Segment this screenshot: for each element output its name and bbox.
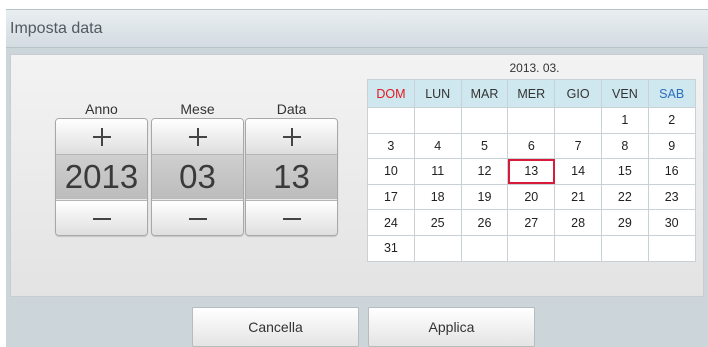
month-label: Mese (180, 101, 215, 117)
date-panel: Anno 2013 Mese 03 Data 13 2013. 03. DOM … (10, 54, 704, 297)
calendar-empty-cell (554, 107, 602, 134)
apply-button[interactable]: Applica (368, 307, 535, 347)
calendar-week-row: 24 25 26 27 28 29 30 (367, 209, 696, 236)
weekday-header-row: DOM LUN MAR MER GIO VEN SAB (367, 79, 696, 108)
calendar-day-cell[interactable]: 4 (413, 132, 462, 160)
calendar-day-cell[interactable]: 3 (367, 132, 415, 160)
weekday-header: MAR (460, 79, 509, 108)
calendar-day-cell[interactable]: 16 (647, 158, 696, 185)
calendar-week-row: 31 (367, 234, 696, 262)
minus-icon (92, 217, 111, 220)
year-label: Anno (85, 101, 118, 117)
month-value: 03 (152, 155, 243, 199)
day-label: Data (276, 101, 307, 117)
calendar-day-cell[interactable]: 29 (600, 209, 649, 236)
day-decrement-button[interactable] (246, 200, 337, 235)
weekday-header: MER (507, 79, 556, 108)
calendar-day-cell[interactable]: 17 (367, 183, 415, 211)
calendar-day-cell[interactable]: 5 (460, 132, 509, 160)
year-value: 2013 (56, 155, 147, 199)
cancel-button[interactable]: Cancella (192, 307, 359, 347)
calendar-empty-cell (413, 107, 462, 134)
calendar-empty-cell (460, 107, 509, 134)
calendar-body: 1 2 3 4 5 6 7 8 9 10 11 12 13 14 15 16 17 18 19 20 21 22 23 24 2… (367, 107, 696, 262)
calendar-day-cell[interactable]: 9 (647, 132, 696, 160)
calendar-week-row: 3456789 (367, 132, 696, 160)
month-decrement-button[interactable] (152, 200, 243, 235)
plus-icon (92, 127, 111, 146)
minus-icon (282, 217, 301, 220)
calendar-day-cell[interactable]: 26 (460, 209, 509, 236)
year-spinner-body: 2013 (55, 118, 148, 236)
calendar-day-cell[interactable]: 22 (600, 183, 649, 211)
calendar-empty-cell (554, 234, 602, 262)
minus-icon (188, 217, 207, 220)
weekday-header: LUN (413, 79, 462, 108)
calendar: 2013. 03. DOM LUN MAR MER GIO VEN SAB 12… (367, 57, 702, 262)
calendar-empty-cell (367, 107, 415, 134)
year-decrement-button[interactable] (56, 200, 147, 235)
calendar-day-cell[interactable]: 10 (367, 158, 415, 185)
calendar-empty-cell (413, 234, 462, 262)
calendar-day-cell[interactable]: 20 (507, 183, 556, 211)
calendar-day-cell[interactable]: 19 (460, 183, 509, 211)
calendar-day-cell[interactable]: 31 (367, 234, 415, 262)
calendar-day-cell[interactable]: 23 (647, 183, 696, 211)
calendar-day-cell[interactable]: 6 (507, 132, 556, 160)
title-bar: Imposta data (6, 10, 708, 48)
calendar-day-cell[interactable]: 2 (647, 107, 696, 134)
calendar-day-cell[interactable]: 13 (507, 158, 556, 185)
calendar-empty-cell (600, 234, 649, 262)
calendar-day-cell[interactable]: 7 (554, 132, 602, 160)
calendar-day-cell[interactable]: 11 (413, 158, 462, 185)
calendar-day-cell[interactable]: 21 (554, 183, 602, 211)
weekday-header: SAB (647, 79, 696, 108)
month-increment-button[interactable] (152, 119, 243, 155)
weekday-header: VEN (600, 79, 649, 108)
month-spinner-body: 03 (151, 118, 244, 236)
day-increment-button[interactable] (246, 119, 337, 155)
day-spinner-body: 13 (245, 118, 338, 236)
calendar-day-cell[interactable]: 27 (507, 209, 556, 236)
calendar-day-cell[interactable]: 24 (367, 209, 415, 236)
calendar-week-row: 10 11 12 13 14 15 16 (367, 158, 696, 185)
calendar-week-row: 17 18 19 20 21 22 23 (367, 183, 696, 211)
calendar-empty-cell (507, 234, 556, 262)
calendar-day-cell[interactable]: 18 (413, 183, 462, 211)
calendar-day-cell[interactable]: 1 (600, 107, 649, 134)
plus-icon (282, 127, 301, 146)
dialog-title: Imposta data (10, 20, 103, 37)
day-value: 13 (246, 155, 337, 199)
calendar-day-cell[interactable]: 30 (647, 209, 696, 236)
set-date-dialog: Imposta data Anno 2013 Mese 03 Data 13 2… (6, 9, 708, 347)
calendar-day-cell[interactable]: 14 (554, 158, 602, 185)
calendar-empty-cell (460, 234, 509, 262)
weekday-header: DOM (367, 79, 415, 108)
calendar-day-cell[interactable]: 12 (460, 158, 509, 185)
calendar-empty-cell (647, 234, 696, 262)
year-increment-button[interactable] (56, 119, 147, 155)
weekday-header: GIO (554, 79, 602, 108)
calendar-day-cell[interactable]: 15 (600, 158, 649, 185)
calendar-day-cell[interactable]: 25 (413, 209, 462, 236)
calendar-month-label: 2013. 03. (509, 61, 560, 75)
calendar-week-row: 12 (367, 107, 696, 134)
plus-icon (188, 127, 207, 146)
calendar-day-cell[interactable]: 28 (554, 209, 602, 236)
calendar-empty-cell (507, 107, 556, 134)
calendar-grid: DOM LUN MAR MER GIO VEN SAB 1 2 3 4 5 6 7 8 9 10 1… (367, 79, 696, 262)
calendar-day-cell[interactable]: 8 (600, 132, 649, 160)
